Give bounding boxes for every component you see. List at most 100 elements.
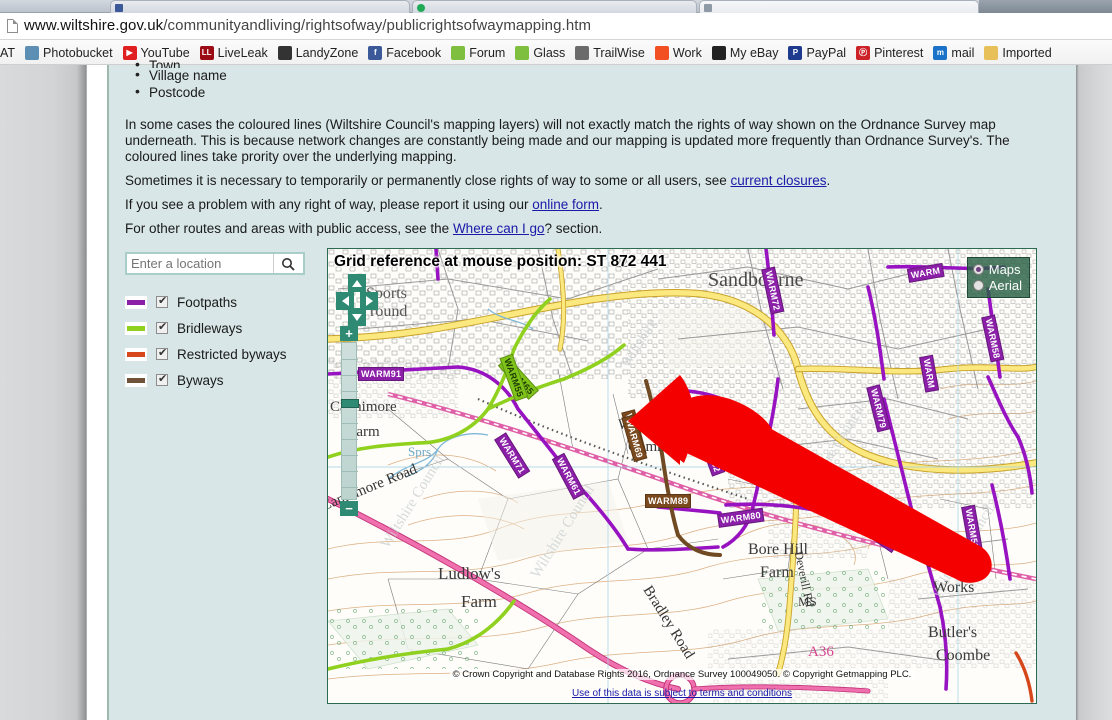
layer-option-label: Maps bbox=[988, 261, 1021, 277]
paragraph-report-text: If you see a problem with any right of w… bbox=[125, 197, 533, 212]
layer-option-aerial[interactable]: Aerial bbox=[972, 277, 1022, 293]
bookmark-label: LandyZone bbox=[295, 45, 359, 60]
legend-row-restricted-byways[interactable]: Restricted byways bbox=[125, 341, 287, 367]
bookmark-mail[interactable]: m mail bbox=[928, 40, 979, 64]
map-place-label: Ludlow's bbox=[438, 564, 501, 583]
paragraph-closures-period: . bbox=[826, 173, 831, 188]
folder-icon bbox=[984, 45, 999, 60]
right-gutter bbox=[1076, 65, 1112, 720]
online-form-link[interactable]: online form bbox=[532, 197, 599, 212]
bookmark-my-ebay[interactable]: My eBay bbox=[707, 40, 784, 64]
map-place-label: Butler's bbox=[928, 624, 978, 641]
legend-checkbox[interactable] bbox=[156, 373, 168, 386]
browser-tab-active[interactable] bbox=[699, 0, 979, 13]
location-search-box[interactable] bbox=[125, 252, 305, 275]
zoom-slider-thumb[interactable] bbox=[341, 399, 359, 408]
url-text: www.wiltshire.gov.uk/communityandliving/… bbox=[24, 17, 591, 34]
basemap-layer-switcher[interactable]: Maps Aerial bbox=[966, 257, 1030, 298]
map-copyright-text: © Crown Copyright and Database Rights 20… bbox=[449, 669, 915, 680]
tab-favicon bbox=[704, 4, 712, 12]
layer-option-maps[interactable]: Maps bbox=[972, 261, 1022, 277]
bookmark-work[interactable]: Work bbox=[650, 40, 707, 64]
legend-checkbox[interactable] bbox=[156, 295, 168, 308]
map-place-label: Sewage bbox=[926, 554, 976, 571]
bookmark-glass[interactable]: Glass bbox=[510, 40, 570, 64]
url-bar[interactable]: www.wiltshire.gov.uk/communityandliving/… bbox=[0, 13, 1112, 40]
legend-row-bridleways[interactable]: Bridleways bbox=[125, 315, 287, 341]
location-search-hints-list: TownVillage namePostcode bbox=[131, 58, 227, 102]
photobucket-icon bbox=[25, 45, 40, 60]
location-hint-item: Village name bbox=[131, 66, 227, 85]
bookmark-trailwise[interactable]: TrailWise bbox=[570, 40, 650, 64]
bookmark-photobucket[interactable]: Photobucket bbox=[20, 40, 118, 64]
map-place-label: Farm bbox=[760, 564, 794, 581]
map-attribution: © Crown Copyright and Database Rights 20… bbox=[328, 664, 1036, 703]
bookmark-facebook[interactable]: f Facebook bbox=[363, 40, 446, 64]
pan-up-button[interactable] bbox=[348, 274, 366, 292]
bookmark-label: Work bbox=[672, 45, 702, 60]
grid-reference-readout: Grid reference at mouse position: ST 872… bbox=[334, 253, 667, 271]
legend-row-footpaths[interactable]: Footpaths bbox=[125, 289, 287, 315]
page-content: TownVillage namePostcode In some cases t… bbox=[107, 58, 1076, 720]
legend-row-byways[interactable]: Byways bbox=[125, 367, 287, 393]
facebook-icon: f bbox=[368, 45, 383, 60]
left-gutter bbox=[0, 65, 87, 720]
search-icon bbox=[281, 257, 295, 271]
paragraph-closures: Sometimes it is necessary to temporarily… bbox=[125, 173, 1037, 189]
bookmark-landyzone[interactable]: LandyZone bbox=[273, 40, 364, 64]
browser-tab[interactable] bbox=[412, 0, 697, 13]
map-widget[interactable]: Wiltshire Council Wiltshire Council Wilt… bbox=[327, 248, 1037, 704]
legend-label: Footpaths bbox=[177, 294, 238, 310]
search-input[interactable] bbox=[127, 254, 273, 273]
map-terms-link[interactable]: Use of this data is subject to terms and… bbox=[328, 688, 1036, 699]
tab-favicon bbox=[417, 4, 425, 12]
layer-radio[interactable] bbox=[972, 279, 984, 291]
url-domain: www.wiltshire.gov.uk bbox=[24, 17, 164, 34]
map-path-reference-label: WARM91 bbox=[358, 367, 405, 381]
layer-option-label: Aerial bbox=[988, 277, 1022, 293]
zoom-in-button[interactable]: + bbox=[340, 326, 358, 341]
map-place-label: Sprs bbox=[408, 444, 432, 459]
map-place-label: Sandbourne bbox=[708, 269, 804, 291]
legend-checkbox[interactable] bbox=[156, 347, 168, 360]
glass-icon bbox=[515, 45, 530, 60]
legend-colour-swatch bbox=[125, 295, 147, 309]
bookmark-at[interactable]: AT bbox=[0, 40, 20, 64]
paypal-icon: P bbox=[788, 45, 803, 60]
paragraph-other-routes: For other routes and areas with public a… bbox=[125, 221, 1037, 237]
layer-radio[interactable] bbox=[972, 263, 984, 275]
page-viewport: TownVillage namePostcode In some cases t… bbox=[0, 58, 1112, 720]
legend-label: Byways bbox=[177, 372, 224, 388]
map-place-label: Farm bbox=[461, 592, 497, 611]
legend-colour-swatch bbox=[125, 373, 147, 387]
map-zoom-control[interactable]: + − bbox=[340, 326, 359, 516]
bookmark-label: Imported bbox=[1002, 45, 1052, 60]
bookmark-paypal[interactable]: P PayPal bbox=[783, 40, 851, 64]
microsoft-icon bbox=[654, 45, 669, 60]
bookmark-label: mail bbox=[951, 45, 975, 60]
bookmark-forum[interactable]: Forum bbox=[446, 40, 510, 64]
bookmark-label: Forum bbox=[469, 45, 506, 60]
legend-checkbox[interactable] bbox=[156, 321, 168, 334]
glassforum-icon bbox=[451, 45, 466, 60]
bookmark-label: PayPal bbox=[806, 45, 847, 60]
page-document-icon bbox=[7, 19, 18, 33]
bookmark-pinterest[interactable]: Ⓟ Pinterest bbox=[851, 40, 928, 64]
zoom-out-button[interactable]: − bbox=[340, 501, 358, 516]
bookmark-label: Glass bbox=[533, 45, 566, 60]
pan-down-button[interactable] bbox=[348, 308, 366, 326]
window-controls[interactable] bbox=[979, 0, 1112, 13]
tab-favicon bbox=[115, 4, 123, 12]
where-can-i-go-link[interactable]: Where can I go bbox=[453, 221, 545, 236]
search-button[interactable] bbox=[273, 254, 301, 273]
paragraph-report-problem: If you see a problem with any right of w… bbox=[125, 197, 1037, 213]
bookmark-label: Pinterest bbox=[874, 45, 924, 60]
map-canvas[interactable]: Wiltshire Council Wiltshire Council Wilt… bbox=[328, 249, 1036, 703]
browser-tab[interactable] bbox=[110, 0, 410, 13]
browser-chrome: www.wiltshire.gov.uk/communityandliving/… bbox=[0, 0, 1112, 65]
bookmark-imported[interactable]: Imported bbox=[979, 40, 1056, 64]
map-pan-control[interactable] bbox=[336, 274, 378, 326]
zoom-slider-track[interactable] bbox=[341, 342, 359, 500]
current-closures-link[interactable]: current closures bbox=[730, 173, 826, 188]
legend-label: Bridleways bbox=[177, 320, 243, 336]
